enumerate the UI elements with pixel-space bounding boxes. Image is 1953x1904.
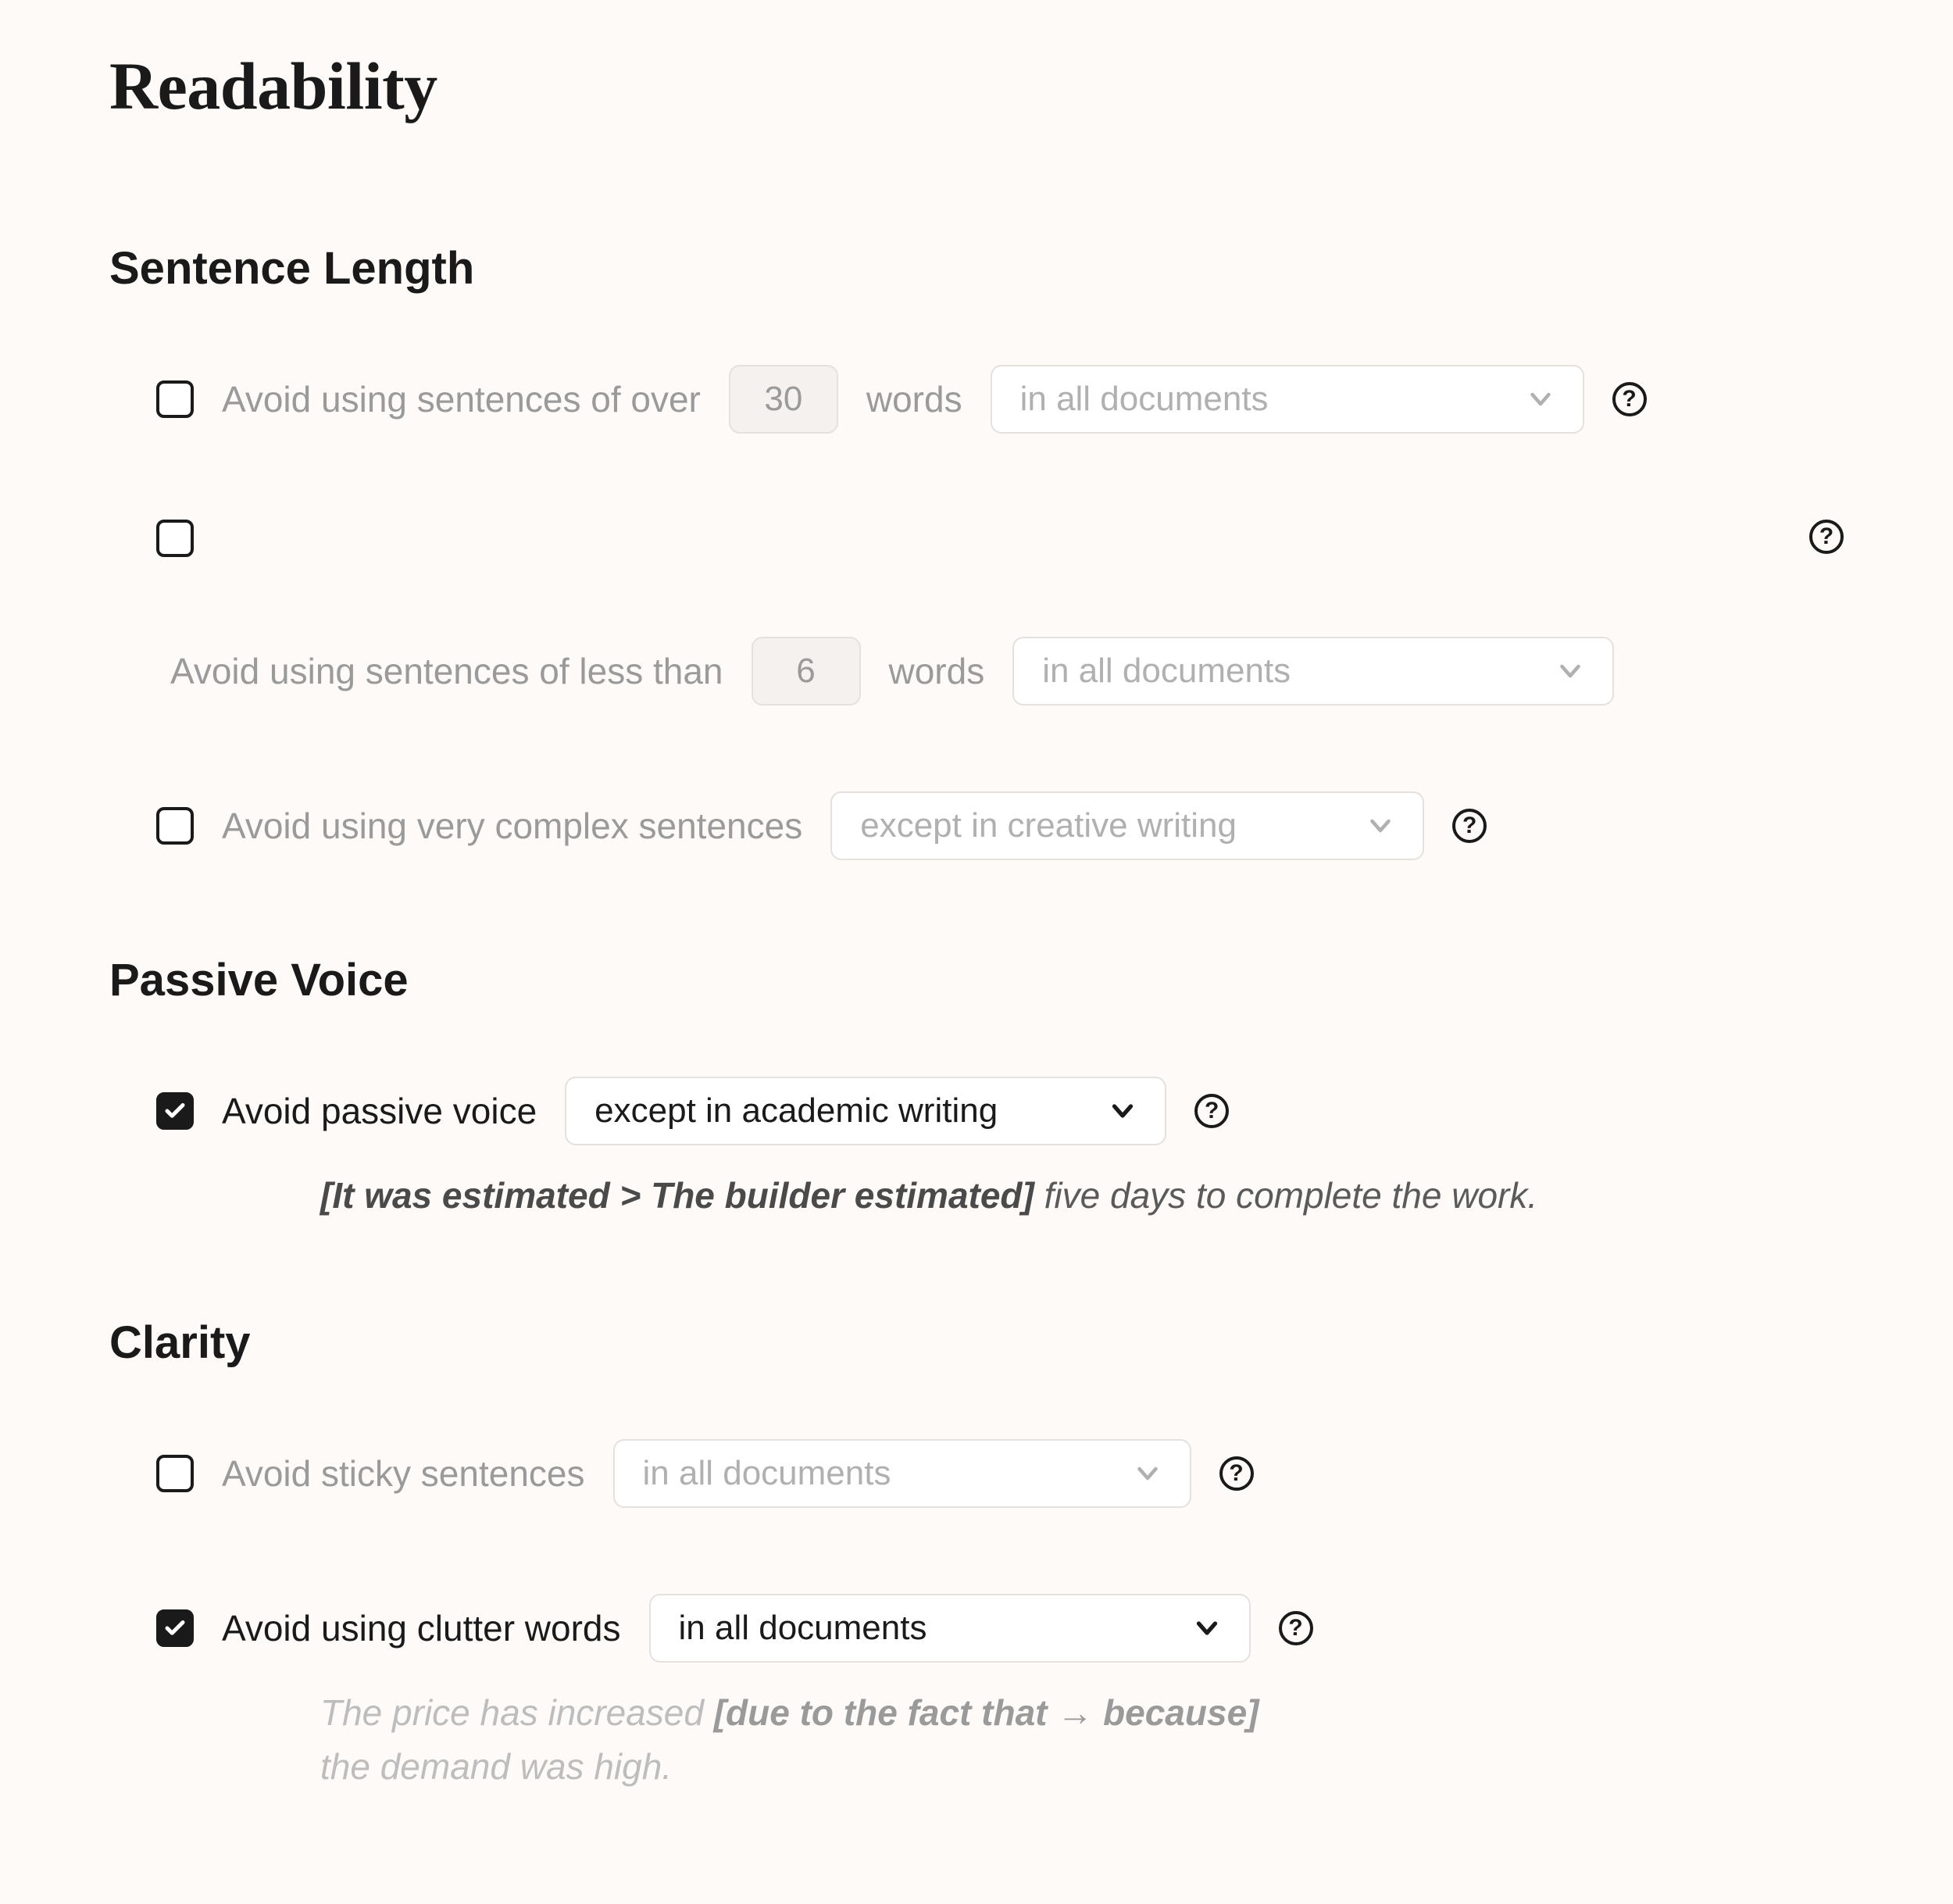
checkbox-sentence-complex[interactable] [156, 807, 194, 845]
label-clutter-words: Avoid using clutter words [222, 1607, 621, 1649]
select-text: in all documents [1020, 380, 1269, 419]
page-title: Readability [109, 47, 1844, 125]
select-text: except in creative writing [860, 806, 1237, 845]
select-sticky-scope[interactable]: in all documents [613, 1439, 1191, 1508]
select-text: except in academic writing [594, 1091, 998, 1131]
select-sentence-over-scope[interactable]: in all documents [991, 365, 1584, 434]
example-after: the demand was high. [320, 1746, 672, 1787]
option-clutter-words: Avoid using clutter words in all documen… [109, 1594, 1844, 1663]
example-clutter-words: The price has increased [due to the fact… [109, 1686, 1750, 1794]
chevron-down-icon [1556, 657, 1584, 685]
section-title-sentence-length: Sentence Length [109, 242, 1844, 295]
example-passive-voice: [It was estimated > The builder estimate… [109, 1169, 1750, 1223]
section-clarity: Clarity Avoid sticky sentences in all do… [109, 1316, 1844, 1794]
select-clutter-scope[interactable]: in all documents [649, 1594, 1251, 1663]
option-sentence-over: Avoid using sentences of over words in a… [109, 365, 1844, 434]
select-text: in all documents [679, 1609, 927, 1648]
select-text: in all documents [643, 1454, 891, 1493]
help-icon[interactable]: ? [1219, 1456, 1254, 1491]
input-sentence-under-value[interactable] [752, 637, 861, 706]
example-rest: five days to complete the work. [1034, 1175, 1537, 1216]
label-sticky-sentences: Avoid sticky sentences [222, 1452, 585, 1495]
label-sentence-complex: Avoid using very complex sentences [222, 805, 802, 847]
example-before: The price has increased [320, 1692, 714, 1733]
checkbox-clutter-words[interactable] [156, 1609, 194, 1647]
section-sentence-length: Sentence Length Avoid using sentences of… [109, 242, 1844, 860]
example-bold: [due to the fact that → because] [714, 1692, 1259, 1733]
chevron-down-icon [1366, 812, 1394, 840]
select-sentence-under-scope[interactable]: in all documents [1012, 637, 1614, 706]
select-text: in all documents [1042, 652, 1291, 691]
select-passive-voice-scope[interactable]: except in academic writing [565, 1077, 1166, 1145]
option-sentence-complex: Avoid using very complex sentences excep… [109, 791, 1844, 860]
input-sentence-over-value[interactable] [729, 365, 838, 434]
section-title-clarity: Clarity [109, 1316, 1844, 1369]
help-icon[interactable]: ? [1612, 382, 1647, 416]
check-icon [163, 1616, 187, 1640]
chevron-down-icon [1109, 1097, 1137, 1125]
example-bold: [It was estimated > The builder estimate… [320, 1175, 1034, 1216]
option-sentence-under: ? Avoid using sentences of less than wor… [109, 520, 1844, 706]
help-icon[interactable]: ? [1452, 809, 1487, 843]
help-icon[interactable]: ? [1279, 1611, 1313, 1645]
select-sentence-complex-scope[interactable]: except in creative writing [830, 791, 1424, 860]
section-title-passive-voice: Passive Voice [109, 954, 1844, 1006]
checkbox-sentence-over[interactable] [156, 380, 194, 418]
chevron-down-icon [1526, 385, 1555, 413]
help-icon[interactable]: ? [1809, 520, 1844, 554]
checkbox-passive-voice[interactable] [156, 1092, 194, 1130]
option-passive-voice: Avoid passive voice except in academic w… [109, 1077, 1844, 1145]
label-passive-voice: Avoid passive voice [222, 1090, 537, 1132]
help-icon[interactable]: ? [1194, 1094, 1229, 1128]
check-icon [163, 1099, 187, 1123]
label-sentence-over-before: Avoid using sentences of over [222, 378, 701, 420]
checkbox-sticky-sentences[interactable] [156, 1455, 194, 1492]
chevron-down-icon [1134, 1459, 1162, 1488]
section-passive-voice: Passive Voice Avoid passive voice except… [109, 954, 1844, 1223]
label-sentence-over-after: words [866, 378, 962, 420]
label-sentence-under-before: Avoid using sentences of less than [170, 650, 723, 692]
checkbox-sentence-under[interactable] [156, 520, 194, 557]
label-sentence-under-after: words [889, 650, 985, 692]
option-sticky-sentences: Avoid sticky sentences in all documents … [109, 1439, 1844, 1508]
chevron-down-icon [1193, 1614, 1221, 1642]
